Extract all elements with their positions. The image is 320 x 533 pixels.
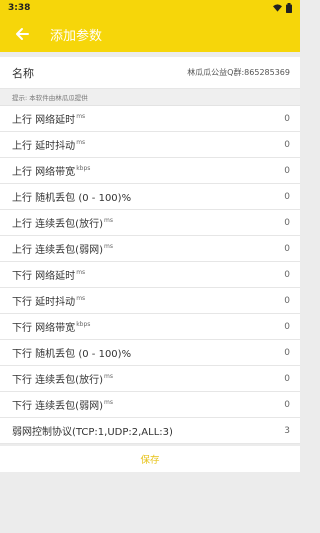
form-content: 名称 林瓜瓜公益Q群:865285369 提示: 本软件由林瓜瓜提供 上行 网络…: [0, 52, 300, 472]
battery-icon: [286, 3, 292, 13]
param-row[interactable]: 下行 随机丢包 (0 - 100)% 0: [0, 340, 300, 366]
param-unit: kbps: [76, 164, 91, 172]
status-icons: [273, 3, 292, 13]
param-value[interactable]: 0: [284, 322, 290, 332]
param-value[interactable]: 0: [284, 192, 290, 202]
param-unit: ms: [103, 398, 113, 406]
param-label-text: 上行 连续丢包(弱网): [12, 245, 103, 256]
param-label-text: 上行 连续丢包(放行): [12, 219, 103, 230]
param-list: 上行 网络延时ms 0 上行 延时抖动ms 0 上行 网络带宽kbps 0 上行 随机丢包 …: [0, 106, 300, 444]
param-row[interactable]: 上行 连续丢包(放行)ms 0: [0, 210, 300, 236]
tip-text: 提示: 本软件由林瓜瓜提供: [0, 89, 300, 106]
param-unit: kbps: [76, 320, 91, 328]
param-row[interactable]: 下行 网络延时ms 0: [0, 262, 300, 288]
param-label: 下行 延时抖动ms: [12, 293, 85, 308]
param-label: 上行 网络延时ms: [12, 111, 85, 126]
save-button[interactable]: 保存: [0, 446, 300, 472]
param-row[interactable]: 上行 延时抖动ms 0: [0, 132, 300, 158]
param-value[interactable]: 0: [284, 374, 290, 384]
param-row[interactable]: 弱网控制协议(TCP:1,UDP:2,ALL:3) 3: [0, 418, 300, 444]
param-label: 下行 连续丢包(弱网)ms: [12, 397, 113, 412]
param-unit: ms: [103, 242, 113, 250]
param-unit: ms: [76, 294, 86, 302]
param-label-text: 上行 网络带宽: [12, 167, 76, 178]
param-label: 下行 网络带宽kbps: [12, 319, 90, 334]
status-bar: 3:38: [0, 0, 300, 16]
param-label: 上行 连续丢包(弱网)ms: [12, 241, 113, 256]
param-row[interactable]: 上行 网络带宽kbps 0: [0, 158, 300, 184]
param-value[interactable]: 0: [284, 244, 290, 254]
param-label: 上行 网络带宽kbps: [12, 163, 90, 178]
name-value[interactable]: 林瓜瓜公益Q群:865285369: [187, 67, 290, 78]
param-unit: ms: [103, 216, 113, 224]
param-label: 上行 延时抖动ms: [12, 137, 85, 152]
param-row[interactable]: 下行 网络带宽kbps 0: [0, 314, 300, 340]
param-label-text: 下行 随机丢包 (0 - 100)%: [12, 349, 132, 360]
param-unit: ms: [76, 268, 86, 276]
param-label-text: 上行 延时抖动: [12, 141, 76, 152]
back-button[interactable]: [12, 24, 32, 44]
param-label-text: 弱网控制协议(TCP:1,UDP:2,ALL:3): [12, 427, 173, 438]
param-value[interactable]: 0: [284, 114, 290, 124]
param-value[interactable]: 0: [284, 140, 290, 150]
param-value[interactable]: 0: [284, 218, 290, 228]
param-row[interactable]: 下行 连续丢包(弱网)ms 0: [0, 392, 300, 418]
param-label-text: 下行 连续丢包(放行): [12, 375, 103, 386]
param-unit: ms: [76, 138, 86, 146]
param-value[interactable]: 0: [284, 348, 290, 358]
param-value[interactable]: 0: [284, 296, 290, 306]
name-label: 名称: [12, 66, 34, 80]
param-row[interactable]: 下行 连续丢包(放行)ms 0: [0, 366, 300, 392]
param-row[interactable]: 上行 连续丢包(弱网)ms 0: [0, 236, 300, 262]
param-label: 下行 网络延时ms: [12, 267, 85, 282]
param-value[interactable]: 3: [284, 426, 290, 436]
param-row[interactable]: 下行 延时抖动ms 0: [0, 288, 300, 314]
wifi-icon: [273, 4, 282, 12]
param-label: 上行 连续丢包(放行)ms: [12, 215, 113, 230]
back-arrow-icon: [16, 28, 29, 40]
app-bar: 添加参数: [0, 16, 300, 52]
name-field[interactable]: 名称 林瓜瓜公益Q群:865285369: [0, 57, 300, 89]
status-time: 3:38: [8, 3, 31, 13]
param-label: 下行 随机丢包 (0 - 100)%: [12, 345, 131, 360]
param-value[interactable]: 0: [284, 270, 290, 280]
param-label-text: 上行 网络延时: [12, 115, 76, 126]
param-label: 上行 随机丢包 (0 - 100)%: [12, 189, 131, 204]
param-label-text: 下行 网络带宽: [12, 323, 76, 334]
param-label-text: 下行 网络延时: [12, 271, 76, 282]
param-label: 弱网控制协议(TCP:1,UDP:2,ALL:3): [12, 423, 173, 438]
param-label-text: 下行 连续丢包(弱网): [12, 401, 103, 412]
param-value[interactable]: 0: [284, 166, 290, 176]
param-row[interactable]: 上行 网络延时ms 0: [0, 106, 300, 132]
param-row[interactable]: 上行 随机丢包 (0 - 100)% 0: [0, 184, 300, 210]
param-unit: ms: [76, 112, 86, 120]
param-value[interactable]: 0: [284, 400, 290, 410]
param-label-text: 下行 延时抖动: [12, 297, 76, 308]
param-unit: ms: [103, 372, 113, 380]
param-label: 下行 连续丢包(放行)ms: [12, 371, 113, 386]
param-label-text: 上行 随机丢包 (0 - 100)%: [12, 193, 132, 204]
page-title: 添加参数: [50, 28, 103, 44]
